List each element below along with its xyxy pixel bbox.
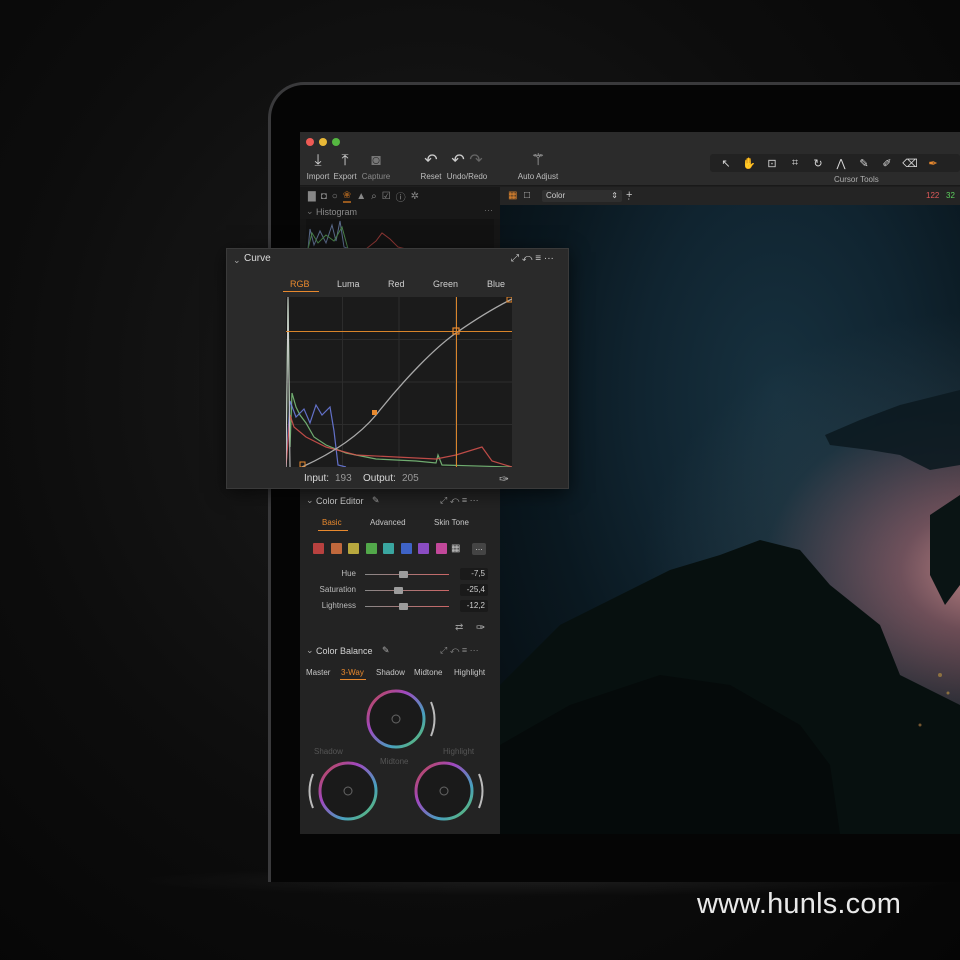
add-point-icon[interactable]: +̣: [626, 189, 632, 201]
undo-redo-button[interactable]: ↶ ↷ Undo/Redo: [446, 152, 488, 181]
slider-label: Hue: [341, 569, 356, 578]
tab-shadow[interactable]: Shadow: [376, 668, 405, 677]
color-editor-title: Color Editor: [316, 496, 364, 506]
crop-icon[interactable]: ⌗: [787, 157, 803, 170]
watermark: www.hunls.com: [697, 888, 902, 920]
select-arrows-icon: ⇕: [611, 191, 618, 200]
color-swatch[interactable]: [330, 543, 342, 554]
image-viewer[interactable]: [500, 205, 960, 834]
magic-wand-icon: ⚚: [530, 152, 546, 169]
minimize-window-button[interactable]: [319, 138, 327, 146]
picker-icon[interactable]: ✎: [372, 495, 380, 506]
tab-rgb[interactable]: RGB: [290, 279, 310, 289]
wheel-label-highlight: Highlight: [443, 747, 475, 756]
tab-advanced[interactable]: Advanced: [370, 518, 406, 527]
tab-master[interactable]: Master: [306, 668, 330, 677]
eyedropper-icon[interactable]: ✑: [476, 621, 485, 634]
camera-icon: ◙: [371, 152, 381, 169]
tab-basic[interactable]: Basic: [322, 518, 342, 527]
panel-dim: [300, 187, 500, 248]
input-label: Input:: [304, 473, 330, 484]
export-button[interactable]: ⤒ Export: [332, 152, 358, 181]
wheel-label-shadow: Shadow: [314, 747, 343, 756]
more-colors-button[interactable]: …: [472, 543, 486, 555]
panel-actions-icon[interactable]: ⤢ ↶ ≡ ···: [440, 495, 479, 506]
rotate-icon[interactable]: ↻: [810, 157, 826, 170]
chevron-down-icon[interactable]: ⌄: [306, 645, 314, 656]
tab-blue[interactable]: Blue: [487, 279, 505, 289]
color-swatch[interactable]: [383, 543, 394, 554]
slider-label: Saturation: [319, 585, 356, 594]
color-balance-title: Color Balance: [316, 646, 373, 656]
chevron-down-icon[interactable]: ⌄: [233, 255, 241, 266]
landscape-photo: [500, 390, 960, 834]
active-tab-underline: [340, 679, 366, 680]
readout-green: 32: [946, 191, 955, 200]
multicolor-swatch-icon[interactable]: ▦: [451, 543, 460, 554]
slider-value[interactable]: -7,5: [460, 568, 488, 580]
tab-3-way[interactable]: 3-Way: [341, 668, 364, 677]
zoom-window-button[interactable]: [332, 138, 340, 146]
tab-midtone[interactable]: Midtone: [414, 668, 442, 677]
color-select[interactable]: Color ⇕: [542, 190, 622, 202]
curve-graph[interactable]: [286, 297, 512, 467]
color-swatch[interactable]: [313, 543, 324, 554]
tab-luma[interactable]: Luma: [337, 279, 360, 289]
keystone-icon[interactable]: ⋀: [833, 157, 849, 170]
cursor-tools-group: ↖ ✋ ⊡ ⌗ ↻ ⋀ ✎ ✐ ⌫ ✒: [710, 154, 960, 172]
auto-adjust-button[interactable]: ⚚ Auto Adjust: [516, 152, 560, 181]
input-value: 193: [335, 473, 352, 484]
zoom-icon[interactable]: ⊡: [764, 157, 780, 170]
output-value: 205: [402, 473, 419, 484]
tab-skin-tone[interactable]: Skin Tone: [434, 518, 469, 527]
close-window-button[interactable]: [306, 138, 314, 146]
eraser-icon[interactable]: ⌫: [902, 157, 918, 170]
active-tab-underline: [283, 291, 319, 292]
toolbar: ⤓ Import ⤒ Export ◙ Capture ↶ Reset ↶ ↷ …: [300, 132, 960, 186]
export-icon: ⤒: [341, 152, 349, 169]
panel-actions-icon[interactable]: ⤢ ↶ ≡ ···: [440, 645, 479, 656]
viewer-toolbar: ▦ □ Color ⇕ +̣ 122 32: [500, 187, 960, 205]
slider-thumb[interactable]: [394, 587, 404, 594]
slider-thumb[interactable]: [398, 603, 408, 610]
color-swatch[interactable]: [435, 543, 447, 554]
reset-button[interactable]: ↶ Reset: [418, 152, 444, 181]
color-swatch[interactable]: [400, 543, 412, 554]
slider-thumb[interactable]: [398, 571, 408, 578]
undo-icon: ↶ ↷: [451, 152, 483, 169]
color-swatch[interactable]: [365, 543, 377, 554]
slider-value[interactable]: -12,2: [460, 600, 488, 612]
output-label: Output:: [363, 473, 396, 484]
reset-icon: ↶: [424, 152, 438, 169]
wheel-label-midtone: Midtone: [380, 757, 409, 766]
color-swatch[interactable]: [418, 543, 429, 554]
gradient-icon[interactable]: ✒: [925, 157, 941, 170]
swap-icon[interactable]: ⇄: [455, 622, 463, 633]
tab-red[interactable]: Red: [388, 279, 405, 289]
tab-green[interactable]: Green: [433, 279, 458, 289]
slider-value[interactable]: -25,4: [460, 584, 488, 596]
slider-label: Lightness: [321, 601, 356, 610]
chevron-down-icon[interactable]: ⌄: [306, 495, 314, 506]
curve-panel: ⌄ Curve ⤢ ↶ ≡ ··· RGB Luma Red Green Blu…: [226, 248, 569, 489]
tab-highlight[interactable]: Highlight: [454, 668, 485, 677]
slider-track[interactable]: [365, 590, 449, 591]
capture-button[interactable]: ◙ Capture: [360, 152, 392, 181]
color-swatch[interactable]: [348, 543, 359, 554]
active-tab-underline: [318, 530, 348, 531]
import-button[interactable]: ⤓ Import: [304, 152, 332, 181]
picker-icon[interactable]: ✎: [856, 157, 872, 170]
pan-icon[interactable]: ✋: [741, 157, 757, 170]
grid-view-icon[interactable]: ▦: [508, 190, 517, 201]
import-icon: ⤓: [314, 152, 322, 169]
panel-actions-icon[interactable]: ⤢ ↶ ≡ ···: [511, 253, 554, 264]
readout-red: 122: [926, 191, 940, 200]
select-cursor-icon[interactable]: ↖: [718, 157, 734, 170]
brush-icon[interactable]: ✐: [879, 157, 895, 170]
curve-title: Curve: [244, 253, 271, 264]
single-view-icon[interactable]: □: [524, 190, 530, 201]
picker-icon[interactable]: ✎: [382, 645, 390, 656]
eyedropper-icon[interactable]: ✑: [499, 472, 509, 486]
cursor-tools-label: Cursor Tools: [834, 175, 879, 184]
